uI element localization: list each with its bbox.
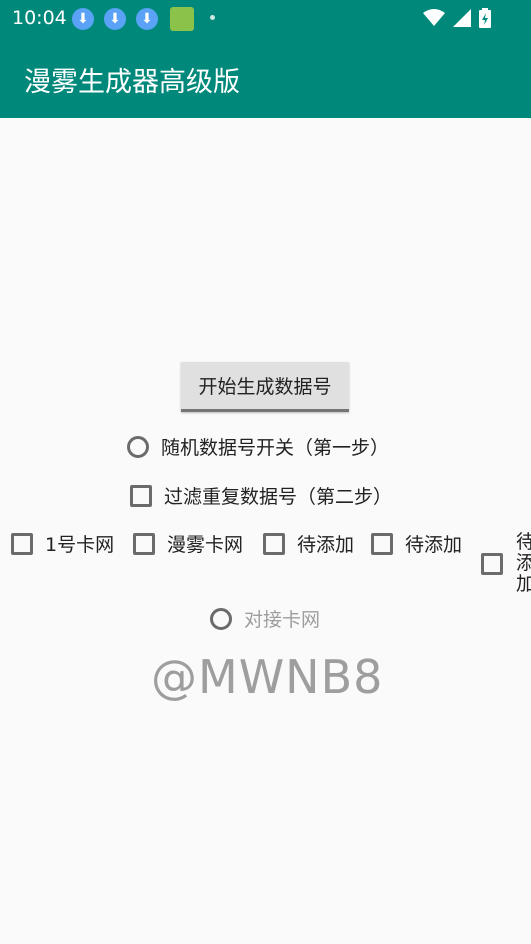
connect-site-radio[interactable]: 对接卡网 (210, 605, 320, 632)
random-toggle-radio[interactable]: 随机数据号开关（第一步） (127, 433, 389, 460)
more-notifications-dot (210, 15, 215, 20)
system-icons (423, 8, 491, 28)
site-option-3[interactable]: 待添加 (263, 530, 354, 557)
site-option-label: 待添加 (405, 534, 463, 556)
site-option-4[interactable]: 待添加 (371, 530, 462, 557)
random-toggle-label: 随机数据号开关（第一步） (161, 437, 390, 459)
author-handle: @MWNB8 (151, 650, 384, 704)
radio-circle[interactable] (210, 607, 232, 630)
site-option-2[interactable]: 漫雾卡网 (133, 530, 243, 557)
checkbox-box[interactable] (263, 532, 285, 555)
filter-duplicates-label: 过滤重复数据号（第二步） (164, 486, 393, 508)
checkbox-box[interactable] (371, 532, 393, 555)
app-title: 漫雾生成器高级版 (24, 67, 240, 98)
download-icon: ⬇ (136, 8, 158, 30)
checkbox-box[interactable] (481, 553, 503, 575)
signal-icon (453, 9, 471, 27)
wifi-icon (423, 9, 445, 26)
connect-site-label: 对接卡网 (244, 609, 321, 631)
site-option-5[interactable] (481, 553, 503, 575)
site-option-label: 待添加 (297, 534, 355, 556)
filter-duplicates-checkbox[interactable]: 过滤重复数据号（第二步） (130, 482, 392, 509)
start-generate-button[interactable]: 开始生成数据号 (181, 362, 349, 412)
site-option-1[interactable]: 1号卡网 (11, 530, 114, 557)
status-bar: 10:04 ⬇ ⬇ ⬇ (0, 0, 531, 36)
checkbox-box[interactable] (11, 532, 33, 555)
site-option-label: 漫雾卡网 (167, 534, 244, 556)
battery-icon (479, 8, 491, 28)
checkbox-box[interactable] (133, 532, 155, 555)
site-option-label: 1号卡网 (45, 534, 115, 556)
app-bar: 漫雾生成器高级版 (0, 36, 531, 118)
download-icon: ⬇ (72, 8, 94, 30)
site-option-5-label: 待添加 (516, 532, 531, 594)
checkbox-box[interactable] (130, 484, 152, 507)
radio-circle[interactable] (127, 435, 149, 458)
download-icon: ⬇ (104, 8, 126, 30)
app-notification-icon (170, 7, 194, 31)
status-time: 10:04 (12, 7, 67, 29)
